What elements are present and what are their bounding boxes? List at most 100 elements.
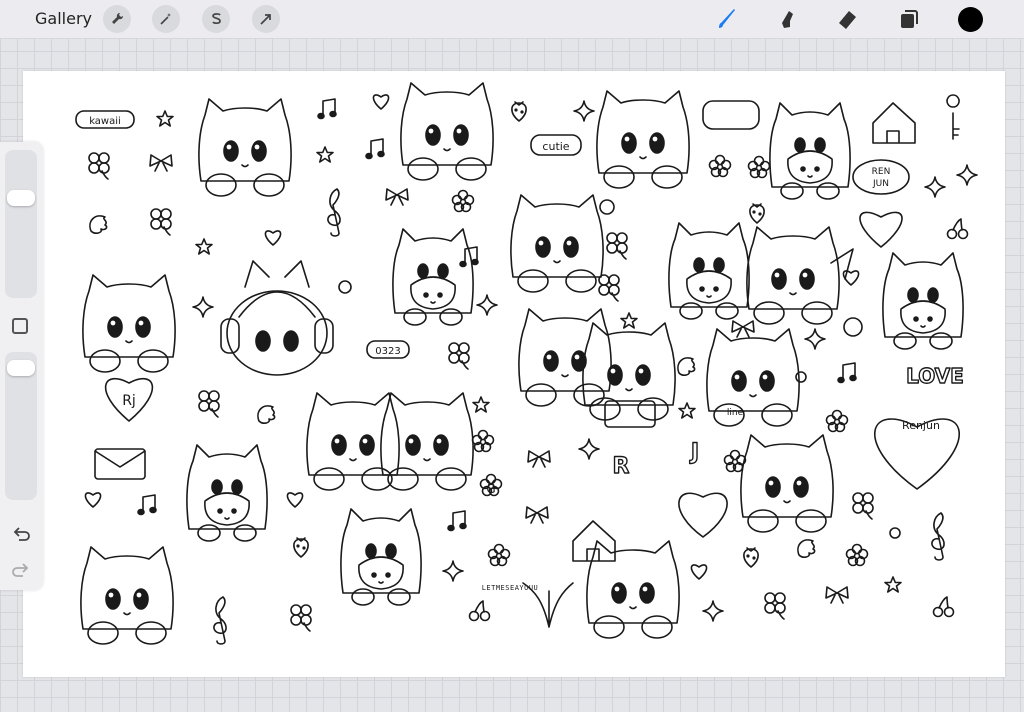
r-label: R — [613, 454, 630, 479]
sparkle-icon — [573, 100, 595, 122]
opacity-slider[interactable] — [5, 352, 37, 500]
wing-icon — [89, 215, 108, 234]
date-label: 0323 — [375, 346, 400, 357]
strawberry-icon — [511, 101, 527, 122]
cat-sticker — [400, 82, 494, 181]
cherry-icon — [468, 600, 491, 622]
kid-cat-wink-sticker — [340, 508, 422, 606]
kawaii-label: kawaii — [89, 116, 121, 127]
kid-cat-bag-sticker — [668, 222, 750, 320]
magic-wand-icon[interactable] — [152, 5, 180, 33]
sparkle-icon — [442, 560, 464, 582]
brush-icon[interactable] — [713, 5, 741, 33]
treble-clef-icon — [213, 596, 227, 645]
renjun-tag-line2: JUN — [872, 179, 889, 189]
heart-icon — [286, 492, 304, 508]
star-icon — [884, 576, 902, 593]
bow-icon — [385, 188, 409, 206]
star-icon — [472, 396, 490, 413]
renjun-script-label: Renjun — [902, 419, 940, 432]
undo-icon[interactable] — [10, 524, 32, 546]
candy-icon — [527, 450, 551, 468]
treble-clef-icon — [327, 188, 341, 237]
sparkle-icon — [476, 294, 498, 316]
cat-planter-sticker — [582, 322, 676, 421]
cat-angel-sticker — [596, 90, 690, 189]
strawberry-icon — [749, 203, 765, 224]
rj-label: Rj — [122, 393, 136, 409]
cherry-icon — [889, 527, 901, 539]
top-toolbar: Gallery — [0, 0, 1024, 39]
gallery-button[interactable]: Gallery — [35, 9, 92, 28]
redo-icon[interactable] — [10, 560, 32, 582]
heart-icon — [690, 564, 708, 580]
cat-line-sticker — [706, 328, 800, 427]
renjun-tag-line1: REN — [872, 167, 891, 177]
flower-icon — [451, 189, 475, 213]
flower-icon — [471, 429, 495, 453]
house-icon — [872, 102, 916, 144]
sparkle-icon — [956, 164, 978, 186]
flower-icon — [845, 543, 869, 567]
brush-size-knob[interactable] — [7, 190, 35, 206]
wrench-icon[interactable] — [103, 5, 131, 33]
clover-icon — [198, 390, 220, 418]
key-icon — [946, 94, 960, 140]
cat-angel-sticker — [740, 434, 834, 533]
wing-icon — [797, 539, 816, 558]
bow-icon — [825, 586, 849, 604]
star-icon — [316, 146, 334, 163]
bow-icon — [731, 320, 755, 338]
heart-frame-sticker — [859, 211, 903, 248]
shooting-star-icon — [702, 600, 724, 622]
clover-icon — [88, 152, 110, 180]
wizard-hat-icon — [830, 248, 854, 280]
line-label: line — [727, 408, 744, 418]
tulip-icon — [708, 154, 732, 178]
clover-icon — [150, 208, 172, 236]
sparkle-icon — [924, 176, 946, 198]
speech-heart-icon — [843, 317, 863, 337]
layers-icon[interactable] — [895, 5, 923, 33]
sparkle-icon — [192, 296, 214, 318]
wing-icon — [257, 405, 276, 424]
cherry-icon — [932, 596, 955, 618]
cherry-icon — [795, 371, 807, 383]
left-sidebar — [0, 142, 43, 590]
star-icon — [678, 402, 696, 419]
clover-icon — [448, 342, 470, 370]
artist-watermark: LETMESEAYOUU — [481, 584, 539, 592]
color-picker-swatch[interactable] — [958, 7, 983, 32]
headphone-cat-sticker — [226, 290, 328, 376]
treble-clef-icon — [931, 512, 945, 561]
strawberry-icon — [293, 537, 309, 558]
heart-icon — [84, 492, 102, 508]
cat-sticker — [586, 540, 680, 639]
hangul-tag — [702, 100, 760, 130]
transform-arrow-icon[interactable] — [252, 5, 280, 33]
clover-icon — [290, 604, 312, 632]
heart-frame-sticker — [678, 492, 728, 538]
bow-icon — [525, 506, 549, 524]
cat-heart-sticker — [82, 274, 176, 373]
smudge-icon[interactable] — [774, 5, 802, 33]
j-label: J — [689, 440, 699, 465]
clover-icon — [764, 592, 786, 620]
bow-icon — [149, 154, 173, 172]
selection-s-icon[interactable] — [202, 5, 230, 33]
tulip-icon — [825, 409, 849, 433]
star-icon — [195, 238, 213, 255]
love-label: LOVE — [906, 364, 964, 388]
opacity-knob[interactable] — [7, 360, 35, 376]
eraser-icon[interactable] — [834, 5, 862, 33]
cat-sticker — [80, 546, 174, 645]
clover-icon — [852, 492, 874, 520]
cat-wizard-sticker — [746, 226, 840, 325]
brush-size-slider[interactable] — [5, 150, 37, 298]
flower-icon — [747, 155, 771, 179]
sparkle-icon — [578, 438, 600, 460]
modify-square-icon[interactable] — [12, 318, 28, 334]
cat-bow-sticker — [510, 194, 604, 293]
star-icon — [620, 312, 638, 329]
clover-icon — [606, 232, 628, 260]
